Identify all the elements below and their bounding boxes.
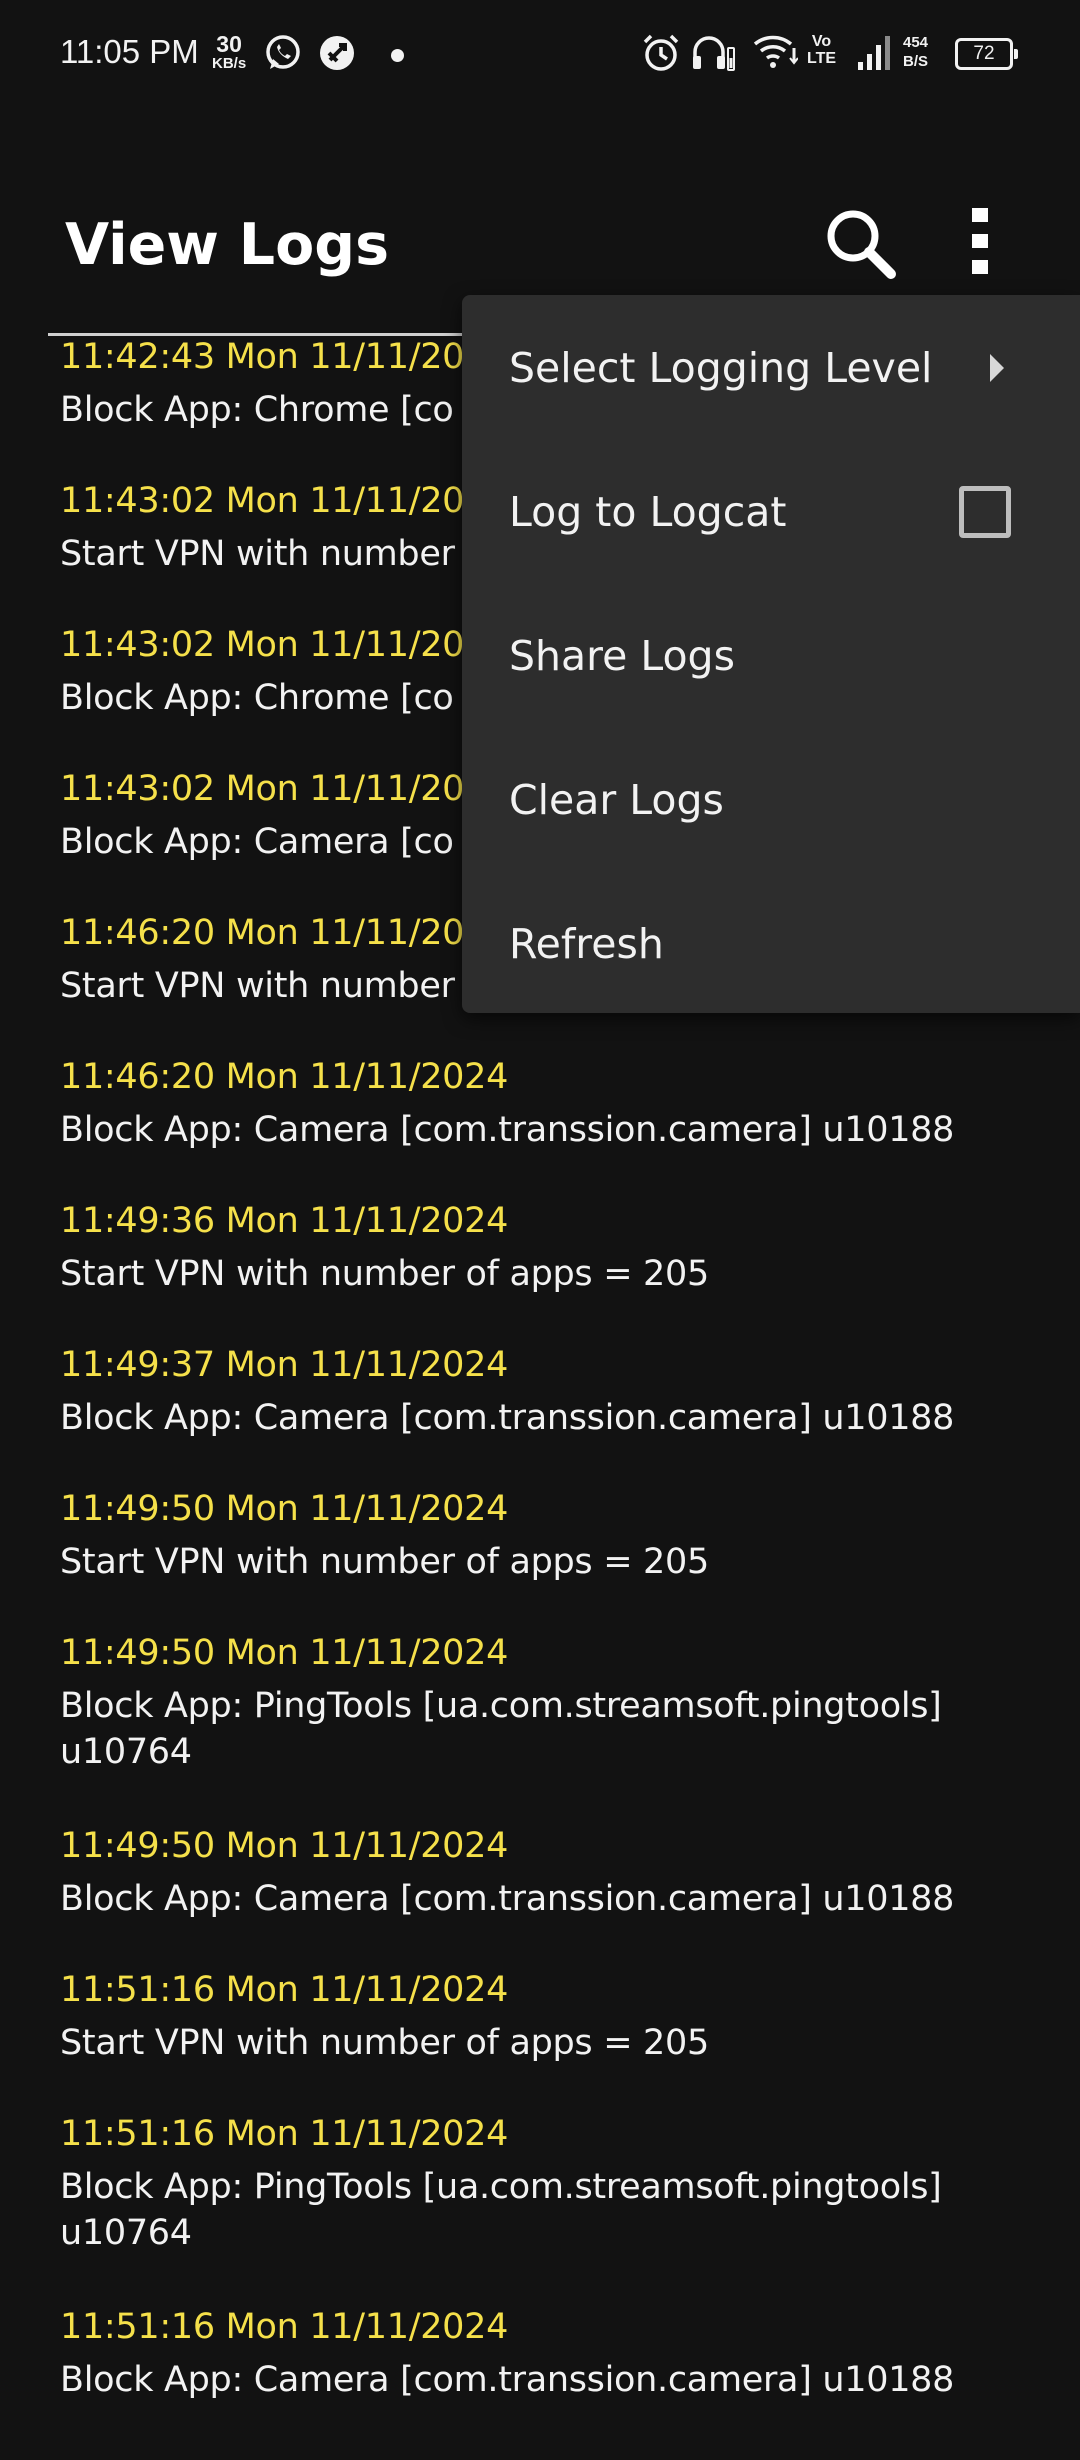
- log-timestamp: 11:49:37 Mon 11/11/2024: [60, 1345, 509, 1385]
- volte-bottom: LTE: [807, 50, 837, 67]
- more-vert-icon: [972, 208, 988, 274]
- menu-item-label: Select Logging Level: [509, 344, 933, 392]
- log-timestamp: 11:51:16 Mon 11/11/2024: [60, 2114, 509, 2154]
- net-speed-value: 454: [903, 34, 929, 51]
- net-speed-indicator: 454 B/S: [903, 33, 928, 71]
- menu-item-share-logs[interactable]: Share Logs: [462, 584, 1080, 728]
- log-timestamp: 11:51:16 Mon 11/11/2024: [60, 2307, 509, 2347]
- data-speed-value: 30: [216, 31, 242, 57]
- page-title: View Logs: [65, 212, 390, 278]
- log-to-logcat-checkbox[interactable]: [959, 486, 1011, 538]
- log-entry: 11:51:16 Mon 11/11/2024 Block App: Camer…: [60, 2305, 1060, 2403]
- menu-item-label: Log to Logcat: [509, 488, 787, 536]
- net-speed-unit: B/S: [903, 53, 929, 70]
- menu-item-refresh[interactable]: Refresh: [462, 872, 1080, 1016]
- menu-item-label: Clear Logs: [509, 776, 724, 824]
- log-message: Block App: Camera [com.transsion.camera]…: [60, 2360, 955, 2400]
- more-options-button[interactable]: [945, 198, 1015, 288]
- log-message: Block App: Camera [com.transsion.camera]…: [60, 1398, 955, 1438]
- log-message: Start VPN with number of apps = 205: [60, 2023, 709, 2063]
- status-time: 11:05 PM: [60, 33, 199, 70]
- search-button[interactable]: [815, 198, 905, 288]
- alarm-icon: [643, 34, 679, 71]
- vpn-app-icon: [320, 36, 354, 70]
- log-timestamp: 11:49:50 Mon 11/11/2024: [60, 1826, 509, 1866]
- log-timestamp: 11:49:50 Mon 11/11/2024: [60, 1633, 509, 1673]
- log-entry: 11:49:50 Mon 11/11/2024 Block App: PingT…: [60, 1631, 1060, 1775]
- log-entry: 11:49:50 Mon 11/11/2024 Block App: Camer…: [60, 1824, 1060, 1922]
- log-message: Start VPN with number of apps = 205: [60, 1254, 709, 1294]
- data-speed-unit: KB/s: [212, 55, 247, 72]
- log-timestamp: 11:49:36 Mon 11/11/2024: [60, 1201, 509, 1241]
- menu-item-select-logging-level[interactable]: Select Logging Level: [462, 296, 1080, 440]
- wifi-icon: [753, 35, 798, 68]
- whatsapp-icon: [266, 35, 300, 69]
- log-entry: 11:49:37 Mon 11/11/2024 Block App: Camer…: [60, 1343, 1060, 1441]
- log-timestamp: 11:46:20 Mon 11/11/2024: [60, 1057, 509, 1097]
- log-entry: 11:51:16 Mon 11/11/2024 Start VPN with n…: [60, 1968, 1060, 2066]
- log-timestamp: 11:51:16 Mon 11/11/2024: [60, 1970, 509, 2010]
- headset-icon: [693, 36, 735, 71]
- log-entry: 11:49:50 Mon 11/11/2024 Start VPN with n…: [60, 1487, 1060, 1585]
- signal-icon: [858, 36, 890, 70]
- battery-level: 72: [973, 43, 995, 64]
- data-speed-indicator: 30 KB/s: [212, 32, 246, 72]
- log-entry: 11:49:36 Mon 11/11/2024 Start VPN with n…: [60, 1199, 1060, 1297]
- status-bar: 11:05 PM 30 KB/s Vo LTE 454 B/S 72: [0, 0, 1080, 110]
- search-icon: [827, 210, 896, 279]
- log-message: Block App: PingTools [ua.com.streamsoft.…: [60, 1686, 942, 1772]
- log-timestamp: 11:49:50 Mon 11/11/2024: [60, 1489, 509, 1529]
- log-entry: 11:51:16 Mon 11/11/2024 Block App: PingT…: [60, 2112, 1060, 2256]
- menu-item-clear-logs[interactable]: Clear Logs: [462, 728, 1080, 872]
- submenu-arrow-icon: [990, 354, 1004, 382]
- volte-icon: Vo LTE: [807, 33, 836, 67]
- notification-dot: [391, 49, 404, 62]
- menu-item-label: Share Logs: [509, 632, 735, 680]
- log-message: Start VPN with number of apps = 205: [60, 1542, 709, 1582]
- log-message: Block App: PingTools [ua.com.streamsoft.…: [60, 2167, 942, 2253]
- log-message: Block App: Camera [com.transsion.camera]…: [60, 1879, 955, 1919]
- log-entry: 11:46:20 Mon 11/11/2024 Block App: Camer…: [60, 1055, 1060, 1153]
- volte-top: Vo: [811, 33, 832, 50]
- menu-item-log-to-logcat[interactable]: Log to Logcat: [462, 440, 1080, 584]
- log-message: Block App: Camera [com.transsion.camera]…: [60, 1110, 955, 1150]
- menu-item-label: Refresh: [509, 920, 664, 968]
- battery-icon: 72: [955, 38, 1018, 70]
- overflow-menu: Select Logging Level Log to Logcat Share…: [462, 295, 1080, 1013]
